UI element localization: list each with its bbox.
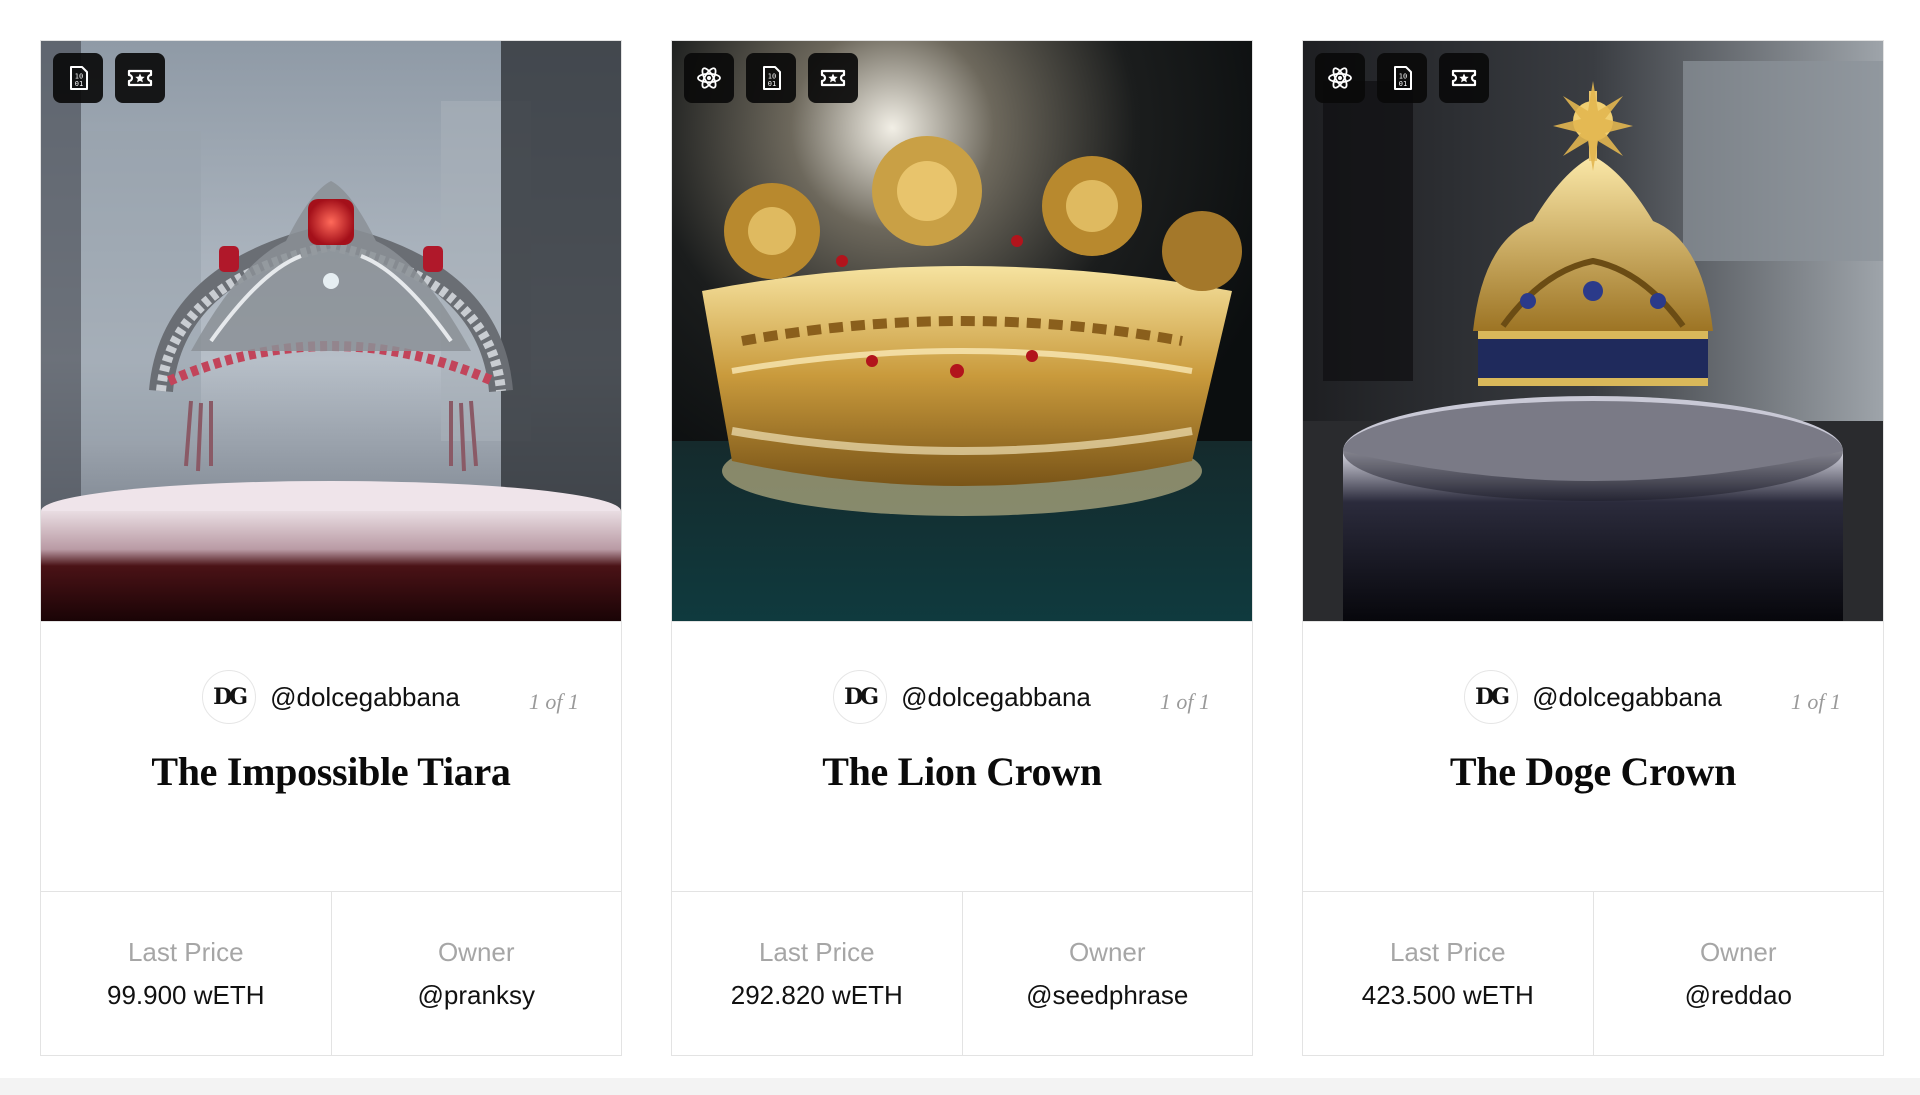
creator-handle[interactable]: @dolcegabbana: [270, 682, 460, 713]
owner-label: Owner: [437, 936, 515, 967]
owner-handle[interactable]: @seedphrase: [1026, 980, 1188, 1011]
nft-title[interactable]: The Impossible Tiara: [41, 748, 621, 795]
card-info: DG @dolcegabbana 1 of 1 The Lion Crown: [672, 621, 1252, 891]
stats-row: Last Price 99.900 wETH Owner @pranksy: [41, 891, 621, 1055]
svg-text:01: 01: [75, 80, 83, 88]
owner-stat: Owner @seedphrase: [961, 892, 1253, 1055]
svg-text:01: 01: [1399, 80, 1407, 88]
last-price-stat: Last Price 423.500 wETH: [1303, 892, 1593, 1055]
last-price-label: Last Price: [758, 936, 875, 967]
owner-handle[interactable]: @reddao: [1685, 980, 1792, 1011]
owner-label: Owner: [1068, 936, 1146, 967]
nft-artwork[interactable]: 10 01: [1303, 41, 1883, 621]
nft-title[interactable]: The Lion Crown: [672, 748, 1252, 795]
avatar-logo: DG: [213, 684, 248, 710]
nft-card-doge-crown[interactable]: 10 01 DG @dolcegabbana 1 of 1 The Doge Cr…: [1302, 40, 1884, 1056]
edition-label: 1 of 1: [1159, 689, 1210, 714]
card-info: DG @dolcegabbana 1 of 1 The Doge Crown: [1303, 621, 1883, 891]
avatar-logo: DG: [844, 684, 879, 710]
edition-label: 1 of 1: [528, 689, 579, 714]
avatar-logo: DG: [1475, 684, 1510, 710]
badge-group: 10 01: [1315, 53, 1489, 103]
last-price-label: Last Price: [1389, 936, 1506, 967]
owner-label: Owner: [1699, 936, 1777, 967]
card-info: DG @dolcegabbana 1 of 1 The Impossible T…: [41, 621, 621, 891]
atom-icon: [684, 53, 734, 103]
last-price-value: 292.820 wETH: [730, 979, 903, 1010]
badge-group: 10 01: [684, 53, 858, 103]
nft-card-lion-crown[interactable]: 10 01 DG @dolcegabbana 1 of 1 The Lion Cr…: [671, 40, 1253, 1056]
ticket-star-icon: [115, 53, 165, 103]
stats-row: Last Price 423.500 wETH Owner @reddao: [1303, 891, 1883, 1055]
owner-stat: Owner @reddao: [1592, 892, 1884, 1055]
nft-artwork[interactable]: 10 01: [672, 41, 1252, 621]
nft-card-grid: 10 01 DG @dolcegabbana 1 of 1 The Impossi…: [40, 40, 1884, 1056]
last-price-stat: Last Price 292.820 wETH: [672, 892, 962, 1055]
last-price-stat: Last Price 99.900 wETH: [41, 892, 331, 1055]
owner-handle[interactable]: @pranksy: [418, 980, 535, 1011]
page-footer-band: [0, 1078, 1920, 1095]
nft-artwork[interactable]: 10 01: [41, 41, 621, 621]
binary-file-icon: 10 01: [746, 53, 796, 103]
ticket-star-icon: [808, 53, 858, 103]
lion-crown-artwork-image: [672, 41, 1252, 621]
last-price-value: 423.500 wETH: [1361, 979, 1534, 1010]
doge-crown-artwork-image: [1303, 41, 1883, 621]
edition-label: 1 of 1: [1790, 689, 1841, 714]
avatar[interactable]: DG: [1464, 670, 1519, 724]
tiara-artwork-image: [41, 41, 621, 621]
stats-row: Last Price 292.820 wETH Owner @seedphras…: [672, 891, 1252, 1055]
creator-handle[interactable]: @dolcegabbana: [901, 682, 1091, 713]
owner-stat: Owner @pranksy: [330, 892, 622, 1055]
last-price-value: 99.900 wETH: [106, 979, 265, 1010]
last-price-label: Last Price: [127, 936, 244, 967]
badge-group: 10 01: [53, 53, 165, 103]
nft-title[interactable]: The Doge Crown: [1303, 748, 1883, 795]
creator-handle[interactable]: @dolcegabbana: [1532, 682, 1722, 713]
nft-card-impossible-tiara[interactable]: 10 01 DG @dolcegabbana 1 of 1 The Impossi…: [40, 40, 622, 1056]
avatar[interactable]: DG: [202, 670, 257, 724]
ticket-star-icon: [1439, 53, 1489, 103]
binary-file-icon: 10 01: [1377, 53, 1427, 103]
svg-text:01: 01: [768, 80, 776, 88]
atom-icon: [1315, 53, 1365, 103]
avatar[interactable]: DG: [833, 670, 888, 724]
binary-file-icon: 10 01: [53, 53, 103, 103]
